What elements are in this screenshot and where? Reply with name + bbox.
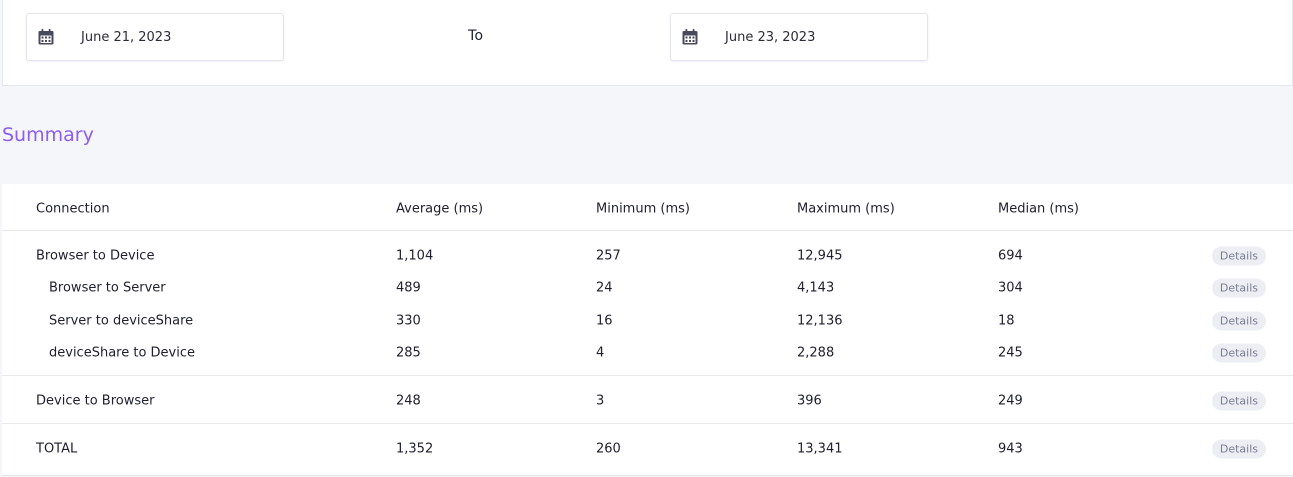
column-header-minimum: Minimum (ms) (596, 201, 690, 217)
connection-cell: TOTAL (36, 441, 78, 457)
end-date-field[interactable]: June 23, 2023 (670, 13, 928, 61)
start-date-field[interactable]: June 21, 2023 (26, 13, 284, 61)
median-cell: 694 (998, 248, 1023, 264)
maximum-cell: 4,143 (797, 280, 835, 296)
end-date-value: June 23, 2023 (725, 29, 816, 45)
summary-table: Connection Average (ms) Minimum (ms) Max… (2, 184, 1293, 476)
connection-cell: Browser to Device (36, 248, 155, 264)
group-divider (2, 423, 1293, 424)
maximum-cell: 13,341 (797, 441, 843, 457)
column-header-average: Average (ms) (396, 201, 484, 217)
details-button[interactable]: Details (1211, 246, 1266, 266)
calendar-icon (38, 29, 54, 45)
maximum-cell: 12,136 (797, 313, 843, 329)
header-divider (2, 230, 1293, 231)
table-row: deviceShare to Device 285 4 2,288 245 De… (2, 337, 1293, 369)
details-button[interactable]: Details (1211, 391, 1266, 411)
table-row: Browser to Device 1,104 257 12,945 694 D… (2, 240, 1293, 272)
maximum-cell: 2,288 (797, 345, 835, 361)
start-date-value: June 21, 2023 (81, 29, 172, 45)
average-cell: 489 (396, 280, 421, 296)
minimum-cell: 4 (596, 345, 605, 361)
column-header-maximum: Maximum (ms) (797, 201, 895, 217)
maximum-cell: 12,945 (797, 248, 843, 264)
table-row: Device to Browser 248 3 396 249 Details (2, 385, 1293, 417)
details-button[interactable]: Details (1211, 343, 1266, 363)
date-range-separator: To (468, 28, 484, 44)
connection-cell: Browser to Server (49, 280, 166, 296)
details-button[interactable]: Details (1211, 311, 1266, 331)
group-divider (2, 375, 1293, 376)
minimum-cell: 257 (596, 248, 621, 264)
average-cell: 248 (396, 393, 421, 409)
details-button[interactable]: Details (1211, 278, 1266, 298)
details-button[interactable]: Details (1211, 439, 1266, 459)
median-cell: 18 (998, 313, 1015, 329)
connection-cell: Device to Browser (36, 393, 155, 409)
summary-title: Summary (2, 124, 94, 146)
table-row-total: TOTAL 1,352 260 13,341 943 Details (2, 433, 1293, 465)
maximum-cell: 396 (797, 393, 822, 409)
table-row: Browser to Server 489 24 4,143 304 Detai… (2, 272, 1293, 304)
median-cell: 304 (998, 280, 1023, 296)
average-cell: 330 (396, 313, 421, 329)
minimum-cell: 16 (596, 313, 613, 329)
calendar-icon (682, 29, 698, 45)
median-cell: 943 (998, 441, 1023, 457)
average-cell: 285 (396, 345, 421, 361)
median-cell: 245 (998, 345, 1023, 361)
average-cell: 1,104 (396, 248, 434, 264)
table-row: Server to deviceShare 330 16 12,136 18 D… (2, 305, 1293, 337)
column-header-connection: Connection (36, 201, 110, 217)
connection-cell: deviceShare to Device (49, 345, 195, 361)
median-cell: 249 (998, 393, 1023, 409)
connection-cell: Server to deviceShare (49, 313, 194, 329)
average-cell: 1,352 (396, 441, 434, 457)
column-header-median: Median (ms) (998, 201, 1079, 217)
date-range-bar: June 21, 2023 To June 23, 2023 (2, 0, 1293, 86)
minimum-cell: 260 (596, 441, 621, 457)
minimum-cell: 3 (596, 393, 605, 409)
table-header-row: Connection Average (ms) Minimum (ms) Max… (2, 193, 1293, 225)
minimum-cell: 24 (596, 280, 613, 296)
